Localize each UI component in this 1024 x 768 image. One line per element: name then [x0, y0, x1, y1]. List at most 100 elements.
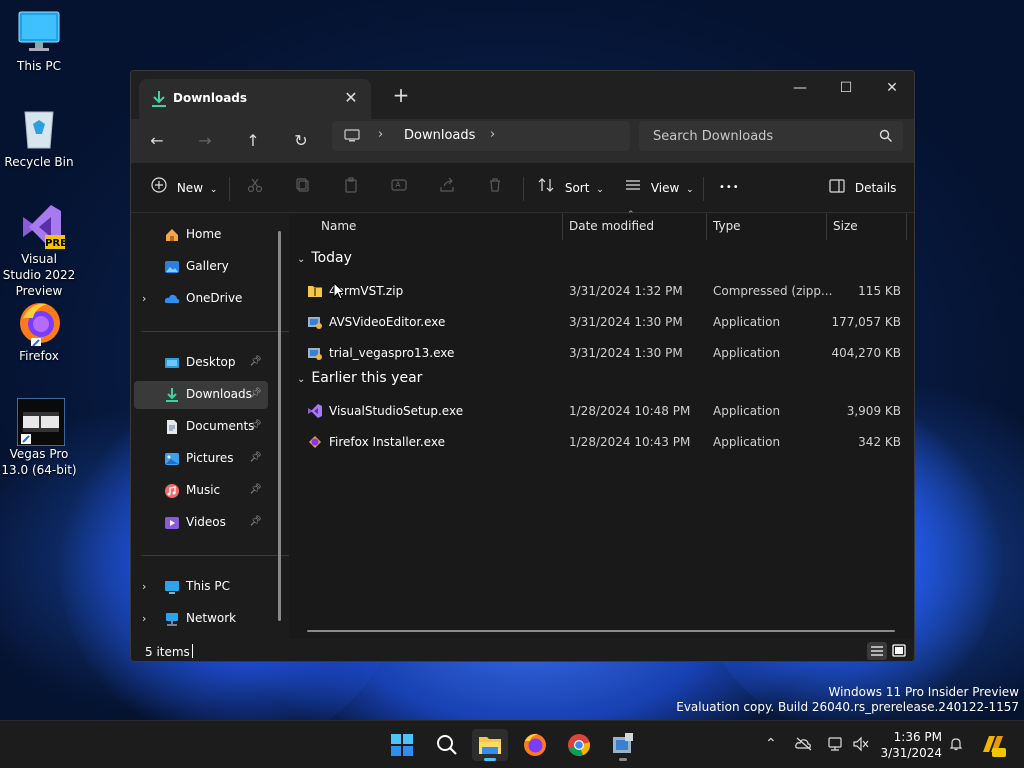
- desktop-icon-recycle-bin[interactable]: Recycle Bin: [1, 106, 77, 170]
- address-bar[interactable]: › Downloads ›: [332, 121, 630, 151]
- chevron-right-icon[interactable]: ›: [490, 127, 495, 142]
- notification-bell-icon[interactable]: [948, 736, 964, 756]
- chevron-right-icon[interactable]: ›: [142, 292, 146, 305]
- minimize-button[interactable]: —: [777, 73, 823, 103]
- clock-date: 3/31/2024: [880, 746, 942, 760]
- group-header-earlier-this-year[interactable]: ⌄ Earlier this year: [297, 370, 422, 386]
- volume-muted-icon[interactable]: [852, 736, 870, 756]
- paste-button[interactable]: [343, 173, 359, 203]
- delete-button[interactable]: [487, 173, 503, 203]
- pin-icon[interactable]: 📌︎: [249, 420, 262, 431]
- videos-icon: [164, 515, 180, 531]
- chevron-right-icon[interactable]: ›: [378, 127, 383, 142]
- sidebar-item-network[interactable]: › Network: [134, 605, 268, 633]
- tab-downloads[interactable]: Downloads ✕: [139, 79, 371, 119]
- breadcrumb-downloads[interactable]: Downloads: [404, 128, 475, 143]
- show-hidden-icons-button[interactable]: ⌃: [765, 736, 777, 752]
- cloud-icon: [164, 291, 180, 307]
- back-button[interactable]: ←: [141, 125, 173, 157]
- taskbar-file-explorer[interactable]: [472, 729, 508, 761]
- close-button[interactable]: ✕: [869, 73, 914, 103]
- share-button[interactable]: [439, 173, 455, 203]
- view-button[interactable]: View ⌄: [625, 173, 694, 203]
- up-button[interactable]: ↑: [237, 125, 269, 157]
- file-row[interactable]: 4ormVST.zip 3/31/2024 1:32 PM Compressed…: [297, 276, 909, 306]
- search-box[interactable]: [639, 121, 903, 151]
- rename-button[interactable]: [391, 173, 407, 203]
- column-divider[interactable]: [562, 214, 563, 240]
- file-row[interactable]: VisualStudioSetup.exe 1/28/2024 10:48 PM…: [297, 396, 909, 426]
- onedrive-offline-icon[interactable]: [795, 736, 813, 756]
- copy-button[interactable]: [295, 173, 311, 203]
- sidebar-scrollbar[interactable]: [278, 231, 281, 621]
- sidebar-item-label: Downloads: [186, 387, 252, 401]
- details-pane-icon: [829, 174, 845, 204]
- pin-icon[interactable]: 📌︎: [249, 452, 262, 463]
- sidebar-item-downloads[interactable]: Downloads 📌︎: [134, 381, 268, 409]
- chevron-right-icon[interactable]: ›: [142, 612, 146, 625]
- cut-button[interactable]: [247, 173, 263, 203]
- active-indicator: [484, 758, 496, 761]
- more-options-button[interactable]: •••: [719, 173, 740, 203]
- maximize-button[interactable]: ☐: [823, 73, 869, 103]
- new-button[interactable]: New ⌄: [151, 173, 217, 203]
- monitor-icon: [164, 579, 180, 595]
- pin-icon[interactable]: 📌︎: [249, 388, 262, 399]
- desktop-icon-this-pc[interactable]: This PC: [1, 10, 77, 74]
- recycle-bin-icon: [17, 106, 61, 150]
- file-date: 1/28/2024 10:48 PM: [569, 404, 691, 418]
- new-tab-button[interactable]: +: [389, 84, 413, 108]
- forward-button[interactable]: →: [189, 125, 221, 157]
- system-clock[interactable]: 1:36 PM 3/31/2024: [872, 729, 942, 761]
- sidebar-item-desktop[interactable]: Desktop 📌︎: [134, 349, 268, 377]
- pin-icon[interactable]: 📌︎: [249, 484, 262, 495]
- sidebar-item-gallery[interactable]: Gallery: [134, 253, 268, 281]
- taskbar-chrome[interactable]: [561, 729, 597, 761]
- sort-button[interactable]: Sort ⌄: [537, 173, 604, 203]
- sidebar-item-documents[interactable]: Documents 📌︎: [134, 413, 268, 441]
- details-view-toggle[interactable]: [867, 642, 887, 660]
- desktop-icon-firefox[interactable]: Firefox: [1, 300, 77, 364]
- column-header-name[interactable]: Name: [321, 219, 356, 233]
- file-name: Firefox Installer.exe: [329, 435, 445, 449]
- file-row[interactable]: trial_vegaspro13.exe 3/31/2024 1:30 PM A…: [297, 338, 909, 368]
- column-divider[interactable]: [706, 214, 707, 240]
- sidebar-item-this-pc[interactable]: › This PC: [134, 573, 268, 601]
- pin-icon[interactable]: 📌︎: [249, 516, 262, 527]
- column-header-type[interactable]: Type: [713, 219, 741, 233]
- sidebar-item-videos[interactable]: Videos 📌︎: [134, 509, 268, 537]
- file-row[interactable]: Firefox Installer.exe 1/28/2024 10:43 PM…: [297, 427, 909, 457]
- taskbar-installer[interactable]: [605, 729, 641, 761]
- details-view-icon: [871, 646, 883, 656]
- file-date: 3/31/2024 1:32 PM: [569, 284, 683, 298]
- details-pane-button[interactable]: Details: [829, 173, 896, 203]
- title-bar[interactable]: Downloads ✕ + — ☐ ✕: [131, 71, 914, 119]
- search-icon[interactable]: [879, 129, 893, 143]
- sidebar-item-music[interactable]: Music 📌︎: [134, 477, 268, 505]
- column-header-date[interactable]: Date modified: [569, 219, 654, 233]
- tiles-view-toggle[interactable]: [889, 642, 909, 660]
- column-divider[interactable]: [826, 214, 827, 240]
- group-header-today[interactable]: ⌄ Today: [297, 250, 352, 266]
- desktop-icon-visual-studio[interactable]: PRE Visual Studio 2022 Preview: [1, 203, 77, 299]
- sidebar-item-home[interactable]: Home: [134, 221, 268, 249]
- start-button[interactable]: [384, 729, 420, 761]
- column-header-size[interactable]: Size: [833, 219, 858, 233]
- column-divider[interactable]: [906, 214, 907, 240]
- network-status-icon[interactable]: [827, 736, 845, 756]
- file-row[interactable]: AVSVideoEditor.exe 3/31/2024 1:30 PM App…: [297, 307, 909, 337]
- tab-close-button[interactable]: ✕: [341, 88, 361, 108]
- chevron-right-icon[interactable]: ›: [142, 580, 146, 593]
- sidebar-item-onedrive[interactable]: › OneDrive: [134, 285, 268, 313]
- search-button[interactable]: [429, 729, 465, 761]
- taskbar-firefox[interactable]: [517, 729, 553, 761]
- search-input[interactable]: [639, 121, 869, 151]
- pin-icon[interactable]: 📌︎: [249, 356, 262, 367]
- desktop-icon-vegas-pro[interactable]: Vegas Pro 13.0 (64-bit): [1, 397, 77, 478]
- refresh-button[interactable]: ↻: [285, 125, 317, 157]
- copilot-preview-icon[interactable]: [980, 732, 1006, 762]
- sidebar-item-pictures[interactable]: Pictures 📌︎: [134, 445, 268, 473]
- horizontal-scrollbar[interactable]: [307, 630, 895, 632]
- file-name: VisualStudioSetup.exe: [329, 404, 464, 418]
- file-size: 404,270 KB: [831, 346, 901, 360]
